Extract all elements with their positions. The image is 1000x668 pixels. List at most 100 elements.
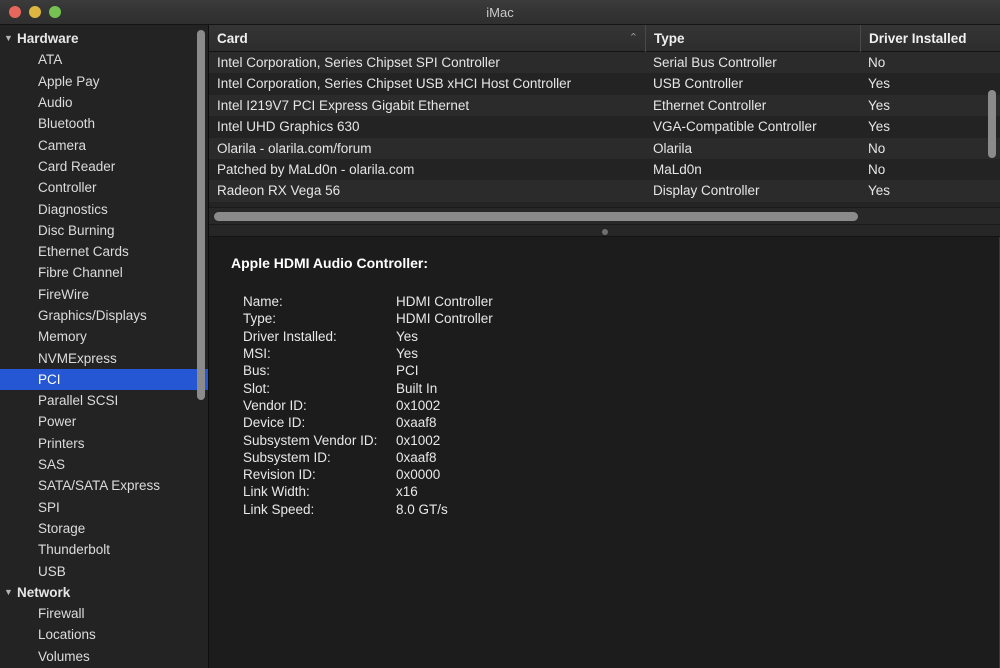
detail-label: Bus: bbox=[243, 363, 271, 379]
sidebar-item-card-reader[interactable]: Card Reader bbox=[0, 156, 208, 177]
column-header-driver-installed-label: Driver Installed bbox=[869, 30, 967, 46]
column-header-card[interactable]: Card ⌃ bbox=[209, 25, 645, 52]
column-header-type[interactable]: Type bbox=[645, 24, 860, 52]
table-cell-type: Olarila bbox=[653, 140, 693, 156]
table-row[interactable]: Olarila - olarila.com/forum Olarila No bbox=[209, 137, 1000, 159]
table-row[interactable]: Intel UHD Graphics 630 VGA-Compatible Con… bbox=[209, 116, 1000, 138]
sidebar-item-ethernet-cards[interactable]: Ethernet Cards bbox=[0, 241, 208, 262]
detail-panel-title: Apple HDMI Audio Controller: bbox=[231, 255, 429, 271]
table-row[interactable]: Intel Corporation, Series Chipset USB xH… bbox=[209, 73, 1000, 95]
detail-value: Yes bbox=[396, 328, 419, 344]
table-row[interactable]: Intel I219V7 PCI Express Gigabit Etherne… bbox=[209, 94, 1000, 117]
sidebar-item-volumes[interactable]: Volumes bbox=[0, 646, 208, 667]
maximize-button[interactable] bbox=[49, 6, 61, 18]
table-cell-driver: Yes bbox=[868, 119, 891, 135]
table-header-row: Card ⌃ Type Driver Installed bbox=[209, 24, 1000, 52]
table-cell-card: Radeon RX Vega 56 bbox=[217, 183, 341, 199]
sidebar-item-label: Locations bbox=[38, 627, 96, 643]
sidebar-item-hardware[interactable]: ▼ Hardware bbox=[0, 28, 208, 49]
disclosure-triangle-icon[interactable]: ▼ bbox=[4, 587, 17, 597]
table-row[interactable]: Radeon RX Vega 56 Display Controller Yes bbox=[209, 180, 1000, 202]
sidebar-item-label: Fibre Channel bbox=[38, 265, 123, 281]
table-row[interactable]: Intel Corporation, Series Chipset SPI Co… bbox=[209, 52, 1000, 74]
detail-row: Bus: PCI bbox=[231, 362, 999, 379]
sidebar-item-graphics-displays[interactable]: Graphics/Displays bbox=[0, 305, 208, 326]
sidebar-item-label: FireWire bbox=[38, 286, 89, 302]
sidebar-item-label: Card Reader bbox=[38, 158, 116, 174]
sidebar-item-locations[interactable]: Locations bbox=[0, 624, 208, 645]
sidebar-item-network[interactable]: ▼ Network bbox=[0, 582, 208, 603]
detail-value: 0x1002 bbox=[396, 397, 441, 413]
splitter-handle-dot[interactable] bbox=[601, 229, 608, 235]
detail-row: Subsystem ID: 0xaaf8 bbox=[231, 449, 999, 466]
sidebar-item-apple-pay[interactable]: Apple Pay bbox=[0, 71, 208, 92]
sidebar-item-power[interactable]: Power bbox=[0, 411, 208, 432]
table-horizontal-scrollbar-thumb[interactable] bbox=[214, 212, 858, 221]
sidebar-item-audio[interactable]: Audio bbox=[0, 92, 208, 113]
detail-row: Slot: Built In bbox=[231, 379, 999, 396]
detail-label: Subsystem Vendor ID: bbox=[243, 432, 378, 448]
sidebar-item-label: SATA/SATA Express bbox=[38, 478, 161, 494]
sidebar-item-sata-sata-express[interactable]: SATA/SATA Express bbox=[0, 475, 208, 496]
sidebar-item-controller[interactable]: Controller bbox=[0, 177, 208, 198]
sidebar-item-label: Controller bbox=[38, 180, 97, 196]
sidebar-item-ata[interactable]: ATA bbox=[0, 49, 208, 70]
table-cell-card: Patched by MaLd0n - olarila.com bbox=[217, 161, 415, 177]
detail-value: 0xaaf8 bbox=[396, 415, 437, 431]
close-button[interactable] bbox=[9, 6, 21, 18]
sidebar-item-camera[interactable]: Camera bbox=[0, 134, 208, 155]
sidebar-item-memory[interactable]: Memory bbox=[0, 326, 208, 347]
column-header-driver-installed[interactable]: Driver Installed bbox=[860, 24, 1000, 52]
table-cell-card: Olarila - olarila.com/forum bbox=[217, 140, 372, 156]
table-cell-driver: No bbox=[868, 55, 886, 70]
sidebar-item-label: NVMExpress bbox=[38, 350, 117, 366]
sidebar[interactable]: ▼ Hardware ATA Apple Pay Audio Bluetooth Camer… bbox=[0, 25, 209, 668]
sidebar-item-nvmexpress[interactable]: NVMExpress bbox=[0, 347, 208, 368]
window-body: ▼ Hardware ATA Apple Pay Audio Bluetooth Camer… bbox=[0, 24, 1000, 668]
sidebar-item-fibre-channel[interactable]: Fibre Channel bbox=[0, 262, 208, 283]
detail-row: Device ID: 0xaaf8 bbox=[231, 414, 999, 431]
sidebar-item-diagnostics[interactable]: Diagnostics bbox=[0, 198, 208, 219]
sidebar-item-pci[interactable]: PCI bbox=[0, 368, 208, 391]
sidebar-item-label: Ethernet Cards bbox=[38, 244, 129, 260]
detail-label: Link Width: bbox=[243, 484, 310, 500]
sidebar-item-label: Storage bbox=[38, 520, 86, 536]
sidebar-item-printers[interactable]: Printers bbox=[0, 433, 208, 454]
sidebar-item-parallel-scsi[interactable]: Parallel SCSI bbox=[0, 390, 208, 411]
sidebar-item-label: Graphics/Displays bbox=[38, 308, 147, 323]
sidebar-item-sas[interactable]: SAS bbox=[0, 454, 208, 475]
minimize-button[interactable] bbox=[29, 6, 41, 18]
table-cell-type: MaLd0n bbox=[653, 161, 702, 177]
detail-value: 0x0000 bbox=[396, 467, 441, 483]
sidebar-item-disc-burning[interactable]: Disc Burning bbox=[0, 220, 208, 241]
detail-field-list: Name: HDMI Controller Type: HDMI Controller… bbox=[231, 293, 999, 518]
sidebar-list: ▼ Hardware ATA Apple Pay Audio Bluetooth Camer… bbox=[0, 28, 208, 667]
table-horizontal-scrollbar-track[interactable] bbox=[209, 207, 1000, 224]
sidebar-item-label: Memory bbox=[38, 329, 87, 345]
sort-ascending-icon: ⌃ bbox=[628, 31, 638, 44]
device-table[interactable]: Intel Corporation, Series Chipset SPI Co… bbox=[209, 52, 1000, 207]
sidebar-item-bluetooth[interactable]: Bluetooth bbox=[0, 113, 208, 134]
sidebar-item-spi[interactable]: SPI bbox=[0, 497, 208, 518]
sidebar-vertical-scrollbar[interactable] bbox=[197, 30, 205, 400]
sidebar-item-label: SPI bbox=[38, 499, 60, 515]
sidebar-item-storage[interactable]: Storage bbox=[0, 518, 208, 539]
pane-splitter[interactable] bbox=[209, 224, 1000, 237]
sidebar-item-usb[interactable]: USB bbox=[0, 560, 208, 581]
detail-row: Type: HDMI Controller bbox=[231, 310, 999, 327]
table-vertical-scrollbar[interactable] bbox=[988, 90, 996, 158]
table-cell-type: VGA-Compatible Controller bbox=[653, 119, 817, 135]
sidebar-item-firewire[interactable]: FireWire bbox=[0, 284, 208, 305]
sidebar-item-firewall[interactable]: Firewall bbox=[0, 603, 208, 624]
table-cell-driver: Yes bbox=[868, 97, 891, 113]
table-cell-card: Intel UHD Graphics 630 bbox=[217, 119, 360, 135]
detail-label: Type: bbox=[243, 311, 277, 327]
sidebar-item-label: Volumes bbox=[38, 648, 90, 664]
table-cell-driver: Yes bbox=[868, 76, 891, 92]
detail-label: MSI: bbox=[243, 346, 271, 362]
sidebar-item-label: Parallel SCSI bbox=[38, 393, 119, 409]
disclosure-triangle-icon[interactable]: ▼ bbox=[4, 34, 17, 43]
table-row[interactable]: Patched by MaLd0n - olarila.com MaLd0n No bbox=[209, 158, 1000, 181]
sidebar-item-label: ATA bbox=[38, 52, 63, 68]
sidebar-item-thunderbolt[interactable]: Thunderbolt bbox=[0, 539, 208, 560]
